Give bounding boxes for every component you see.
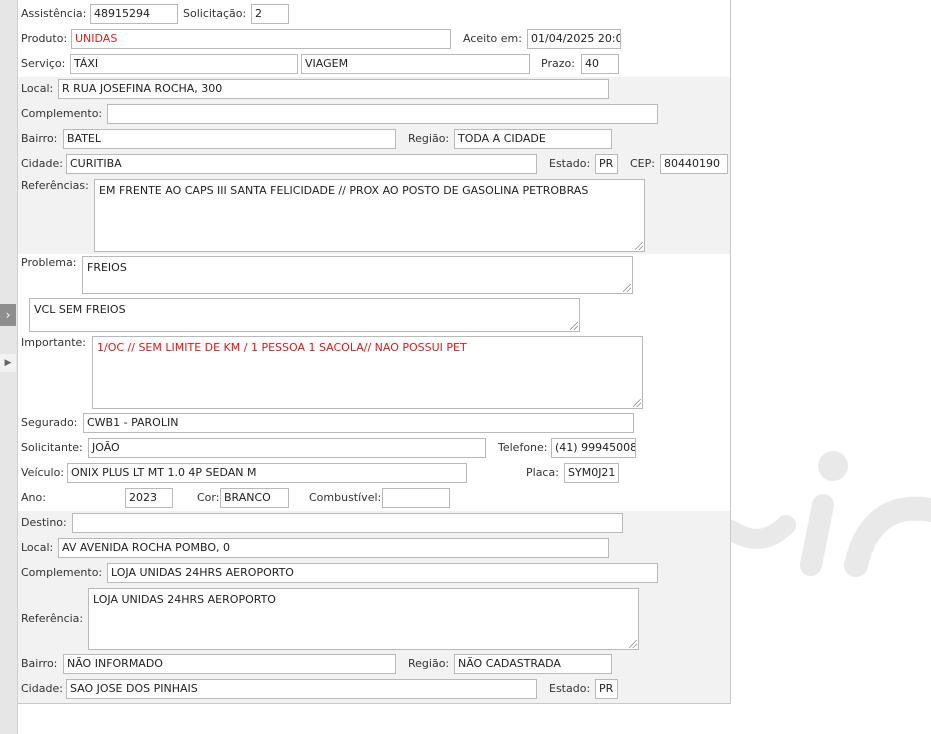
solicitante-label: Solicitante: xyxy=(21,441,83,454)
expand-panel-button[interactable]: › xyxy=(0,304,16,326)
destino-referencia-label: Referência: xyxy=(21,612,84,625)
resize-grip-icon[interactable] xyxy=(635,242,643,250)
collapse-toggle-button[interactable]: ▶ xyxy=(0,354,16,372)
solicitacao-field[interactable]: 2 xyxy=(251,4,289,24)
estado-field[interactable]: PR xyxy=(595,154,618,174)
destino-referencia-text: LOJA UNIDAS 24HRS AEROPORTO xyxy=(93,593,276,606)
regiao-field[interactable]: TODA A CIDADE xyxy=(454,129,612,149)
problema-label: Problema: xyxy=(21,256,77,269)
resize-grip-icon[interactable] xyxy=(633,399,641,407)
veiculo-field[interactable]: ONIX PLUS LT MT 1.0 4P SEDAN M xyxy=(67,463,467,483)
resize-grip-icon[interactable] xyxy=(570,322,578,330)
assistencia-label: Assistência: xyxy=(21,7,87,20)
cidade-field[interactable]: CURITIBA xyxy=(66,154,537,174)
cep-label: CEP: xyxy=(630,157,655,170)
destino-regiao-field[interactable]: NÃO CADASTRADA xyxy=(454,654,612,674)
resize-grip-icon[interactable] xyxy=(629,640,637,648)
watermark-logo xyxy=(731,451,931,577)
servico-field[interactable]: TÁXI xyxy=(70,54,298,74)
local-label: Local: xyxy=(21,82,54,95)
destino-cidade-field[interactable]: SAO JOSE DOS PINHAIS xyxy=(66,679,537,699)
complemento-label: Complemento: xyxy=(21,107,103,120)
segurado-label: Segurado: xyxy=(21,416,78,429)
complemento-field[interactable] xyxy=(107,104,658,124)
referencias-label: Referências: xyxy=(21,179,89,192)
regiao-label: Região: xyxy=(408,132,450,145)
solicitacao-label: Solicitação: xyxy=(183,7,247,20)
servico-label: Serviço: xyxy=(21,57,66,70)
service-order-form: Assistência: 48915294 Solicitação: 2 Pro… xyxy=(18,0,731,704)
destino-referencia-textarea[interactable]: LOJA UNIDAS 24HRS AEROPORTO xyxy=(88,588,639,650)
local-field[interactable]: R RUA JOSEFINA ROCHA, 300 xyxy=(58,79,609,99)
destino-regiao-label: Região: xyxy=(408,657,450,670)
produto-label: Produto: xyxy=(21,32,68,45)
problema-textarea[interactable]: FREIOS xyxy=(82,256,633,294)
destino-local-label: Local: xyxy=(21,541,54,554)
descricao-text: VCL SEM FREIOS xyxy=(34,303,126,316)
referencias-text: EM FRENTE AO CAPS III SANTA FELICIDADE /… xyxy=(99,184,589,197)
placa-label: Placa: xyxy=(526,466,559,479)
descricao-textarea[interactable]: VCL SEM FREIOS xyxy=(29,298,580,332)
produto-field[interactable]: UNIDAS xyxy=(71,29,451,49)
bairro-field[interactable]: BATEL xyxy=(63,129,396,149)
destino-local-field[interactable]: AV AVENIDA ROCHA POMBO, 0 xyxy=(58,538,609,558)
problema-text: FREIOS xyxy=(87,261,127,274)
servico-tipo-field[interactable]: VIAGEM xyxy=(301,54,530,74)
destino-bairro-field[interactable]: NÃO INFORMADO xyxy=(63,654,396,674)
triangle-right-icon: ▶ xyxy=(4,358,12,368)
resize-grip-icon[interactable] xyxy=(623,284,631,292)
destino-field[interactable] xyxy=(72,513,623,533)
importante-text: 1/OC // SEM LIMITE DE KM / 1 PESSOA 1 SA… xyxy=(97,341,467,354)
solicitante-field[interactable]: JOÃO xyxy=(88,438,486,458)
aceito-label: Aceito em: xyxy=(463,32,522,45)
prazo-label: Prazo: xyxy=(541,57,575,70)
segurado-field[interactable]: CWB1 - PAROLIN xyxy=(83,413,634,433)
telefone-field[interactable]: (41) 999450086 xyxy=(551,438,636,458)
ano-label: Ano: xyxy=(21,491,46,504)
destino-cidade-label: Cidade: xyxy=(21,682,63,695)
chevron-right-icon: › xyxy=(5,308,11,322)
combustivel-label: Combustível: xyxy=(309,491,382,504)
prazo-field[interactable]: 40 xyxy=(581,54,619,74)
bairro-label: Bairro: xyxy=(21,132,58,145)
veiculo-label: Veículo: xyxy=(21,466,65,479)
placa-field[interactable]: SYM0J21 xyxy=(564,463,619,483)
assistencia-field[interactable]: 48915294 xyxy=(90,4,178,24)
destino-label: Destino: xyxy=(21,516,67,529)
cor-field[interactable]: BRANCO xyxy=(220,488,289,508)
combustivel-field[interactable] xyxy=(382,488,450,508)
destino-complemento-label: Complemento: xyxy=(21,566,103,579)
cep-field[interactable]: 80440190 xyxy=(660,154,728,174)
cidade-label: Cidade: xyxy=(21,157,63,170)
ano-field[interactable]: 2023 xyxy=(125,488,173,508)
importante-label: Importante: xyxy=(21,336,87,349)
cor-label: Cor: xyxy=(197,491,220,504)
destino-complemento-field[interactable]: LOJA UNIDAS 24HRS AEROPORTO xyxy=(107,563,658,583)
destino-estado-field[interactable]: PR xyxy=(595,679,618,699)
destino-bairro-label: Bairro: xyxy=(21,657,58,670)
importante-textarea[interactable]: 1/OC // SEM LIMITE DE KM / 1 PESSOA 1 SA… xyxy=(92,336,643,409)
estado-label: Estado: xyxy=(549,157,591,170)
telefone-label: Telefone: xyxy=(498,441,548,454)
aceito-field[interactable]: 01/04/2025 20:00 xyxy=(527,29,621,49)
referencias-textarea[interactable]: EM FRENTE AO CAPS III SANTA FELICIDADE /… xyxy=(94,179,645,252)
destino-estado-label: Estado: xyxy=(549,682,591,695)
